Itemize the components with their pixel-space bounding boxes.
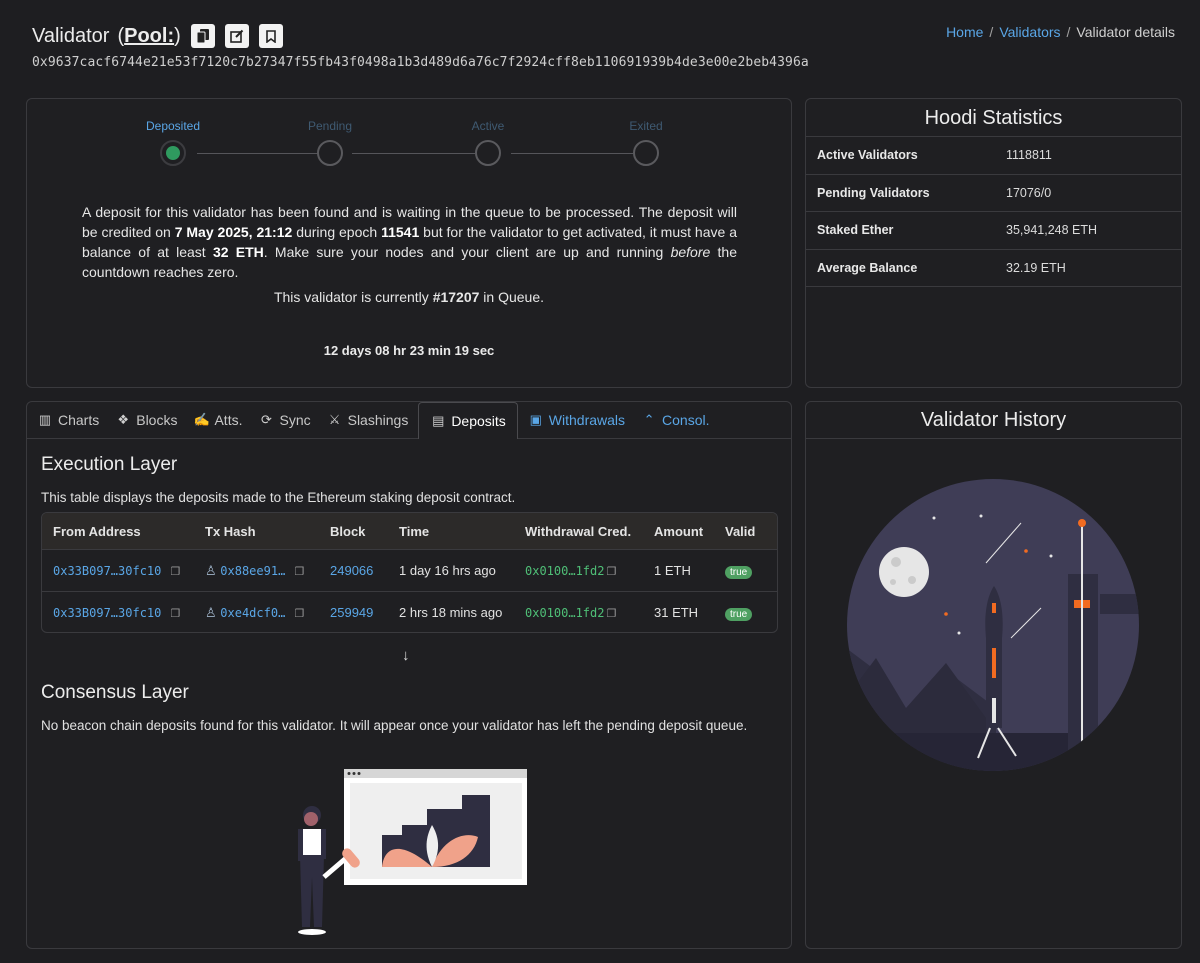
copy-icon[interactable]: ❐	[170, 608, 180, 620]
valid-badge: true	[725, 607, 753, 621]
validator-details-tabs-card: ▥ Charts ❖ Blocks ✍ Atts. ⟳ Sync ⚔ Slashings …	[26, 401, 792, 949]
credit-date: 7 May 2025, 21:12	[174, 224, 293, 240]
step-dot-deposited	[160, 140, 186, 166]
step-connector	[352, 153, 475, 154]
slashing-icon: ⚔	[328, 412, 341, 427]
deposits-table: From Address Tx Hash Block Time Withdraw…	[41, 512, 778, 633]
tab-deposits[interactable]: ▤ Deposits	[418, 402, 518, 439]
tab-slashings[interactable]: ⚔ Slashings	[321, 402, 415, 438]
rocket-launch-illustration	[847, 479, 1139, 771]
deposit-time: 1 day 16 hrs ago	[399, 563, 496, 578]
person-icon: ♙	[205, 562, 217, 578]
chevron-up-icon: ⌃	[643, 412, 655, 427]
history-title: Validator History	[806, 402, 1181, 439]
bookmark-button[interactable]	[258, 24, 283, 48]
tx-hash-link[interactable]: 0x88ee91…	[220, 564, 285, 578]
pool-label: (Pool:)	[117, 24, 181, 47]
breadcrumb-separator: /	[989, 24, 994, 40]
stat-row-average-balance: Average Balance 32.19 ETH	[806, 250, 1181, 287]
tab-sync[interactable]: ⟳ Sync	[252, 402, 316, 438]
tab-withdrawals[interactable]: ▣ Withdrawals	[522, 402, 631, 438]
breadcrumb-current: Validator details	[1076, 24, 1175, 40]
step-label-exited: Exited	[629, 119, 663, 133]
step-label-deposited: Deposited	[145, 119, 201, 133]
copy-icon[interactable]: ❐	[170, 566, 180, 578]
copy-icon	[196, 29, 209, 43]
sync-icon: ⟳	[261, 412, 272, 427]
validator-title: Validator	[32, 24, 110, 47]
stat-row-staked-ether: Staked Ether 35,941,248 ETH	[806, 212, 1181, 250]
step-dot-pending	[317, 140, 343, 166]
block-link[interactable]: 249066	[330, 563, 373, 578]
stats-title: Hoodi Statistics	[806, 99, 1181, 137]
edit-button[interactable]	[224, 24, 249, 48]
page-title: Validator (Pool:)	[32, 24, 283, 48]
arrow-down-icon: ↓	[402, 647, 410, 664]
table-row: 0x33B097…30fc10 ❐ ♙ 0x88ee91… ❐ 249066 1 d…	[42, 549, 777, 591]
table-row: 0x33B097…30fc10 ❐ ♙ 0xe4dcf0… ❐ 259949 2 h…	[42, 591, 777, 632]
min-balance: 32 ETH	[212, 244, 264, 260]
pool-link[interactable]: Pool:	[124, 25, 174, 47]
step-connector	[197, 153, 318, 154]
queue-position: #17207	[432, 289, 480, 305]
consensus-layer-heading: Consensus Layer	[41, 682, 189, 703]
tab-charts[interactable]: ▥ Charts	[31, 402, 105, 438]
from-address-link[interactable]: 0x33B097…30fc10	[53, 564, 161, 578]
step-label-active: Active	[471, 119, 505, 133]
person-icon: ♙	[205, 604, 217, 620]
breadcrumb-home[interactable]: Home	[946, 24, 983, 40]
deposit-icon: ▤	[432, 413, 445, 428]
copy-icon[interactable]: ❐	[294, 608, 304, 620]
copy-icon[interactable]: ❐	[606, 608, 616, 620]
step-dot-active	[475, 140, 501, 166]
execution-layer-description: This table displays the deposits made to…	[41, 490, 516, 505]
from-address-link[interactable]: 0x33B097…30fc10	[53, 606, 161, 620]
edit-icon	[229, 29, 244, 43]
bookmark-icon	[265, 29, 276, 43]
tab-attestations[interactable]: ✍ Atts.	[187, 402, 248, 438]
cubes-icon: ❖	[117, 412, 130, 427]
validator-pubkey: 0x9637cacf6744e21e53f7120c7b27347f55fb43…	[32, 55, 809, 70]
stat-row-pending-validators: Pending Validators 17076/0	[806, 175, 1181, 212]
block-link[interactable]: 259949	[330, 605, 373, 620]
deposit-amount: 31 ETH	[654, 605, 699, 620]
execution-layer-heading: Execution Layer	[41, 454, 178, 475]
money-icon: ▣	[529, 412, 542, 427]
copy-icon[interactable]: ❐	[606, 566, 616, 578]
deposit-amount: 1 ETH	[654, 563, 691, 578]
breadcrumb-separator: /	[1066, 24, 1071, 40]
validator-history-card: Validator History	[805, 401, 1182, 949]
step-label-pending: Pending	[307, 119, 353, 133]
tab-bar: ▥ Charts ❖ Blocks ✍ Atts. ⟳ Sync ⚔ Slashings …	[27, 402, 791, 439]
chart-icon: ▥	[38, 412, 52, 427]
tab-consolidations[interactable]: ⌃ Consol.	[635, 402, 715, 438]
table-header: From Address Tx Hash Block Time Withdraw…	[42, 513, 777, 549]
consensus-layer-description: No beacon chain deposits found for this …	[41, 718, 748, 733]
validator-status-card: Deposited Pending Active Exited A deposi…	[26, 98, 792, 388]
copy-icon[interactable]: ❐	[294, 566, 304, 578]
stat-row-active-validators: Active Validators 1118811	[806, 137, 1181, 175]
network-statistics-card: Hoodi Statistics Active Validators 111881…	[805, 98, 1182, 388]
deposit-time: 2 hrs 18 mins ago	[399, 605, 503, 620]
deposit-status-message: A deposit for this validator has been fo…	[82, 204, 738, 280]
tab-blocks[interactable]: ❖ Blocks	[109, 402, 183, 438]
epoch-number: 11541	[381, 224, 420, 240]
withdrawal-credentials: 0x0100…1fd2	[525, 606, 605, 620]
breadcrumb: Home / Validators / Validator details	[946, 24, 1175, 40]
empty-state-illustration	[298, 769, 527, 935]
copy-button[interactable]	[190, 24, 215, 48]
tx-hash-link[interactable]: 0xe4dcf0…	[220, 606, 285, 620]
signature-icon: ✍	[193, 412, 210, 427]
valid-badge: true	[725, 565, 753, 579]
queue-position-text: This validator is currently #17207 in Qu…	[273, 289, 545, 305]
activation-countdown: 12 days 08 hr 23 min 19 sec	[323, 343, 495, 358]
step-connector	[511, 153, 633, 154]
breadcrumb-validators[interactable]: Validators	[999, 24, 1060, 40]
step-dot-exited	[633, 140, 659, 166]
withdrawal-credentials: 0x0100…1fd2	[525, 564, 605, 578]
